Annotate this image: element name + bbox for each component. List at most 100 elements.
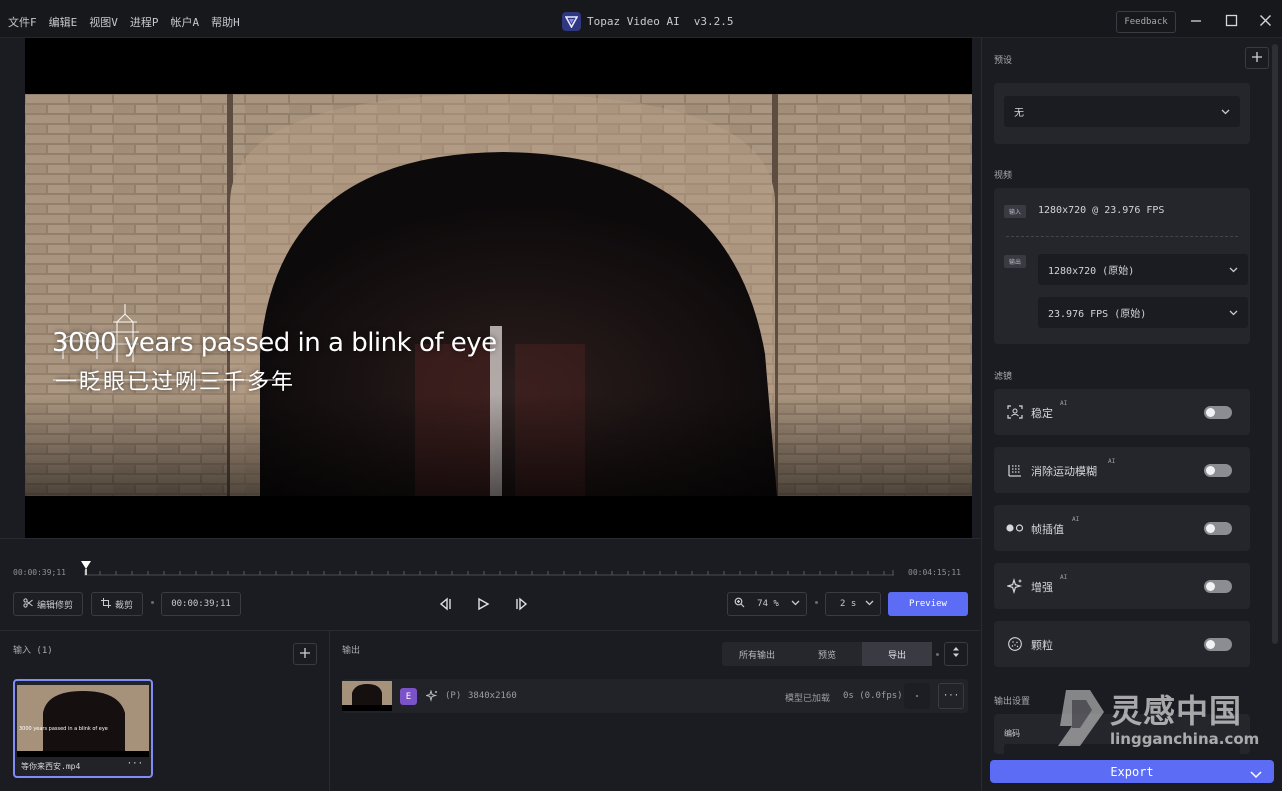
tab-export[interactable]: 导出 <box>862 642 932 666</box>
add-input-button[interactable] <box>293 643 317 665</box>
filter-enhance: 增强 AI <box>994 563 1250 609</box>
chevron-down-icon <box>1229 308 1238 319</box>
duration-select[interactable]: 2 s <box>825 592 881 616</box>
ai-badge: AI <box>1060 574 1068 581</box>
close-icon[interactable] <box>1258 13 1272 27</box>
chevron-down-icon <box>1229 265 1238 276</box>
chevron-down-icon[interactable] <box>1250 768 1262 782</box>
separator-dot <box>151 601 154 604</box>
input-tag: 输入 <box>1004 205 1026 218</box>
video-title: 视频 <box>994 171 1013 181</box>
output-resolution-select[interactable]: 1280x720 (原始) <box>1038 254 1248 285</box>
playhead-marker[interactable] <box>80 560 92 579</box>
start-timecode: 00:00:39;11 <box>13 568 66 577</box>
current-timecode-field[interactable]: 00:00:39;11 <box>161 592 241 616</box>
zoom-value: 74 % <box>757 599 779 609</box>
export-button[interactable]: Export <box>990 760 1274 783</box>
plus-icon <box>300 646 310 662</box>
video-card: 输入 1280x720 @ 23.976 FPS 输出 1280x720 (原始… <box>994 188 1250 344</box>
title-bar: 文件F 编辑E 视图V 进程P 帐户A 帮助H Topaz Video AI v… <box>0 0 1282 38</box>
preset-value: 无 <box>1014 108 1024 119</box>
input-panel: 输入 (1) 3000 years passed in a blink of e… <box>0 630 330 791</box>
input-file-card[interactable]: 3000 years passed in a blink of eye 等你来西… <box>13 679 153 778</box>
separator-dot <box>936 653 939 656</box>
output-resolution-value: 1280x720 (原始) <box>1048 266 1135 277</box>
input-spec: 1280x720 @ 23.976 FPS <box>1038 205 1165 216</box>
output-more-button[interactable]: ··· <box>938 683 964 709</box>
menu-edit[interactable]: 编辑E <box>49 14 78 30</box>
filter-motion-deblur: 消除运动模糊 AI <box>994 447 1250 493</box>
grain-toggle[interactable] <box>1204 638 1232 651</box>
output-thumbnail <box>342 681 392 711</box>
timeline-panel: 00:00:39;11 00:04:15;11 编辑修剪 裁剪 00:00:39… <box>0 538 980 630</box>
video-frame <box>25 94 972 496</box>
output-filter-tabs: 所有输出 预览 导出 <box>722 642 932 666</box>
menu-view[interactable]: 视图V <box>89 14 118 30</box>
sparkle-icon <box>1006 578 1024 594</box>
settings-scrollbar[interactable] <box>1272 44 1278 644</box>
frame-interpolation-toggle[interactable] <box>1204 522 1232 535</box>
filter-label: 颗粒 <box>1031 639 1053 652</box>
step-forward-icon[interactable] <box>515 597 529 614</box>
export-label: Export <box>1110 764 1154 779</box>
add-preset-button[interactable] <box>1245 47 1269 69</box>
filter-label: 增强 <box>1031 581 1053 594</box>
video-panel: 3000 years passed in a blink of eye 一眨眼已… <box>0 38 980 538</box>
menu-account[interactable]: 帐户A <box>171 14 200 30</box>
filters-title: 滤镜 <box>994 372 1013 382</box>
ai-badge: AI <box>1060 400 1068 407</box>
step-back-icon[interactable] <box>438 597 452 614</box>
timeline-ruler[interactable] <box>83 565 894 577</box>
enhance-toggle[interactable] <box>1204 580 1232 593</box>
menu-file[interactable]: 文件F <box>8 14 37 30</box>
preview-button[interactable]: Preview <box>888 592 968 616</box>
thumbnail-caption: 3000 years passed in a blink of eye <box>19 726 108 732</box>
filter-grain: 颗粒 <box>994 621 1250 667</box>
output-fps-value: 23.976 FPS (原始) <box>1048 309 1147 320</box>
zoom-select[interactable]: 74 % <box>727 592 807 616</box>
motion-deblur-toggle[interactable] <box>1204 464 1232 477</box>
output-time: 0s (0.0fps) <box>843 691 903 701</box>
settings-panel: 预设 无 视频 输入 1280x720 @ 23.976 FPS 输出 1280… <box>981 38 1282 791</box>
watermark: 灵感中国 lingganchina.com <box>1046 686 1266 756</box>
app-name: Topaz Video AI <box>587 15 680 28</box>
output-progress-dot <box>904 683 930 709</box>
frame-interpolation-icon <box>1006 520 1024 536</box>
maximize-icon[interactable] <box>1224 13 1238 27</box>
watermark-logo-icon <box>1058 690 1104 746</box>
filter-label: 帧插值 <box>1031 523 1064 536</box>
play-icon[interactable] <box>476 597 490 614</box>
video-viewer[interactable]: 3000 years passed in a blink of eye 一眨眼已… <box>25 38 972 538</box>
tab-preview[interactable]: 预览 <box>792 642 862 666</box>
trim-button[interactable]: 编辑修剪 <box>13 592 83 616</box>
chevron-down-icon <box>1221 107 1230 118</box>
menu-process[interactable]: 进程P <box>130 14 159 30</box>
menu-help[interactable]: 帮助H <box>211 14 240 30</box>
minimize-icon[interactable] <box>1189 13 1203 27</box>
stabilize-icon <box>1006 404 1024 420</box>
crop-label: 裁剪 <box>114 600 133 611</box>
tab-all-outputs[interactable]: 所有输出 <box>722 642 792 666</box>
output-fps-select[interactable]: 23.976 FPS (原始) <box>1038 297 1248 328</box>
output-tag: 输出 <box>1004 255 1026 268</box>
output-panel: 输出 所有输出 预览 导出 E (P) 3840x2160 模型已加载 0s (… <box>330 630 980 791</box>
feedback-button[interactable]: Feedback <box>1116 11 1176 33</box>
input-thumbnail: 3000 years passed in a blink of eye <box>17 685 149 751</box>
sort-button[interactable] <box>944 642 968 666</box>
output-job-row[interactable]: E (P) 3840x2160 模型已加载 0s (0.0fps) ··· <box>342 679 968 713</box>
app-version: v3.2.5 <box>693 15 734 28</box>
file-more-icon[interactable]: ··· <box>127 759 143 769</box>
crop-button[interactable]: 裁剪 <box>91 592 143 616</box>
ai-badge: AI <box>1108 458 1116 465</box>
filter-label: 稳定 <box>1031 407 1053 420</box>
stabilize-toggle[interactable] <box>1204 406 1232 419</box>
app-title: Topaz Video AI v3.2.5 <box>562 12 733 31</box>
zoom-icon <box>734 597 745 611</box>
input-file-name: 等你来西安.mp4 <box>21 762 81 771</box>
preset-title: 预设 <box>994 56 1013 66</box>
trim-label: 编辑修剪 <box>36 600 73 611</box>
filter-stabilize: 稳定 AI <box>994 389 1250 435</box>
preset-select[interactable]: 无 <box>1004 96 1240 127</box>
divider <box>1006 236 1238 237</box>
end-timecode: 00:04:15;11 <box>908 568 961 577</box>
